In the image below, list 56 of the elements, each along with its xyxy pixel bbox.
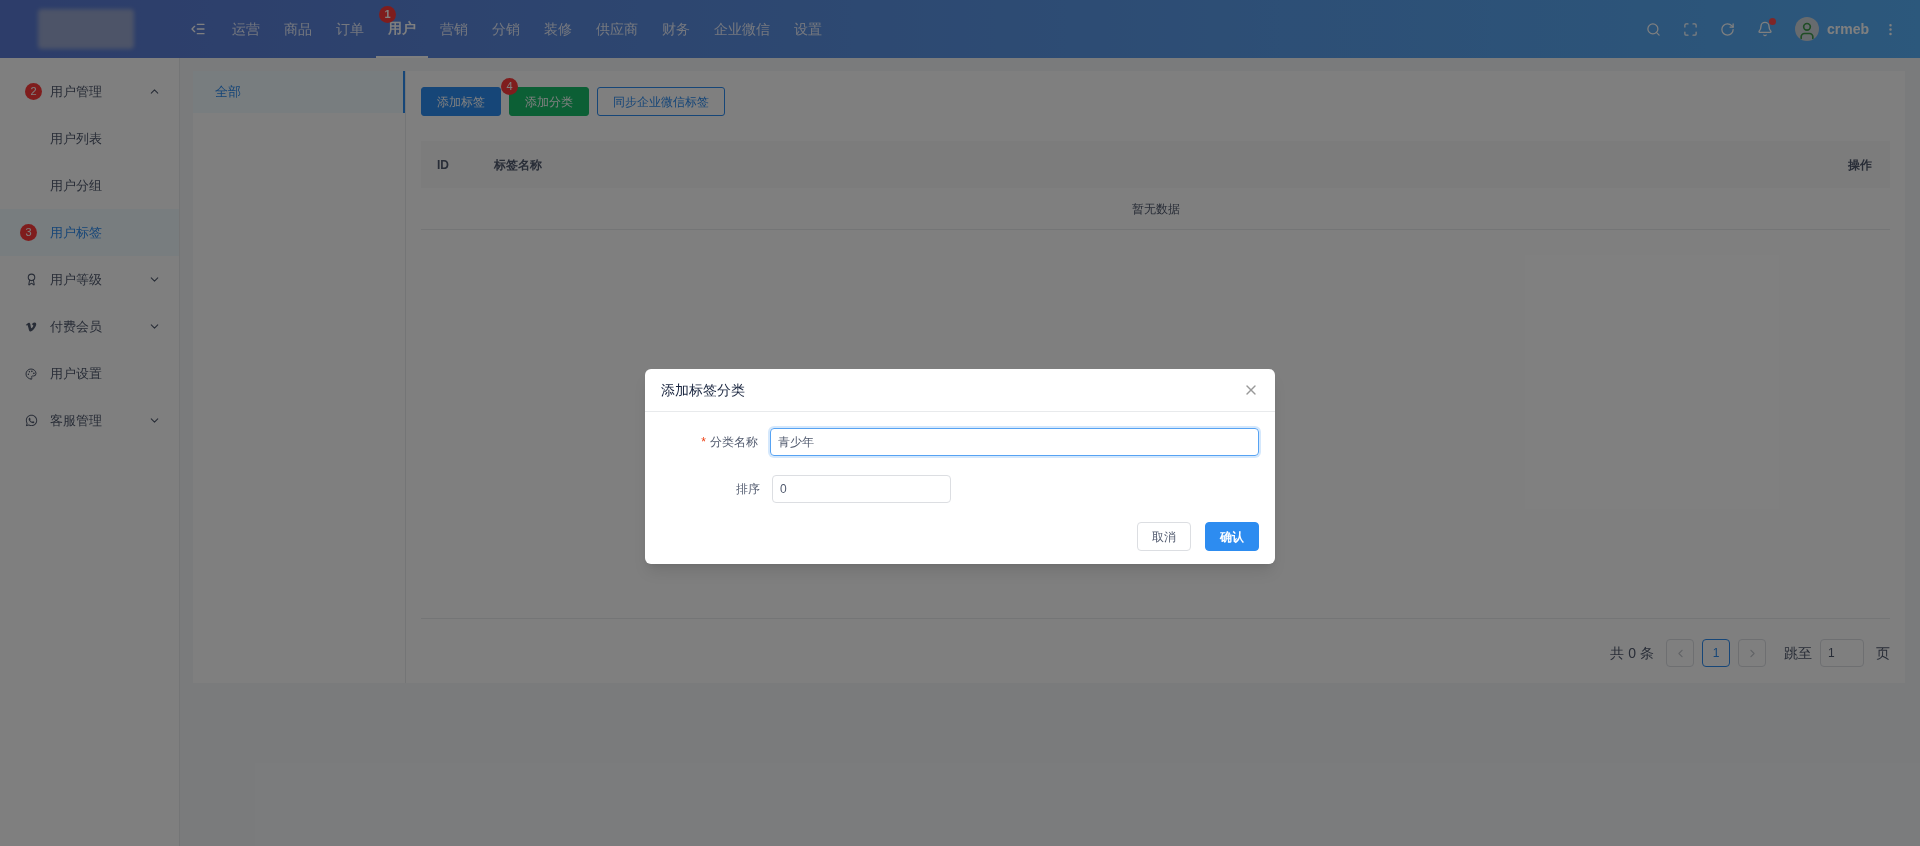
column-header: 操作 <box>1848 156 1872 174</box>
sidebar-submenu-item[interactable]: 用户列表 <box>0 115 179 162</box>
sidebar-menu-item[interactable]: 用户等级 <box>0 256 179 303</box>
chat-bubble-icon <box>25 414 38 427</box>
dialog-button[interactable]: 确认 <box>1205 522 1259 551</box>
nav-tab[interactable]: 订单 <box>324 0 376 58</box>
collapse-menu-icon[interactable] <box>190 21 206 37</box>
nav-tab[interactable]: 用户 1 <box>376 0 428 58</box>
palette-icon <box>25 367 37 380</box>
v-letter-icon <box>25 320 37 333</box>
sidebar-submenu-item[interactable]: 3 用户标签 <box>0 209 179 256</box>
text-input[interactable]: 0 <box>772 475 951 503</box>
text-input[interactable]: 青少年 <box>769 428 1259 456</box>
sidebar-menu-item[interactable]: 用户设置 <box>0 350 179 397</box>
empty-table-text: 暂无数据 <box>1131 200 1180 218</box>
nav-tab[interactable]: 财务 <box>650 0 702 58</box>
nav-tab[interactable]: 分销 <box>480 0 532 58</box>
field-label: 分类名称 <box>709 434 758 451</box>
jump-label: 跳至 <box>1784 643 1812 663</box>
sidebar-submenu-item[interactable]: 用户分组 <box>0 162 179 209</box>
toolbar-button[interactable]: 添加标签 <box>421 87 501 116</box>
page-unit-label: 页 <box>1876 643 1890 663</box>
nav-tab[interactable]: 企业微信 <box>702 0 782 58</box>
nav-tab[interactable]: 营销 <box>428 0 480 58</box>
step-marker: 1 <box>379 6 396 23</box>
sidebar-menu-item[interactable]: 客服管理 <box>0 397 179 444</box>
sidebar-menu-item[interactable]: 2 用户管理 <box>0 68 179 115</box>
sidebar-menu-item[interactable]: 付费会员 <box>0 303 179 350</box>
step-marker: 3 <box>20 224 37 241</box>
jump-page-input[interactable]: 1 <box>1820 639 1864 667</box>
toolbar-button[interactable]: 同步企业微信标签 <box>597 87 725 116</box>
next-page-button[interactable] <box>1738 639 1766 667</box>
page-number-button[interactable]: 1 <box>1702 639 1730 667</box>
column-header: 标签名称 <box>494 156 542 174</box>
award-icon <box>25 273 38 286</box>
dialog-title: 添加标签分类 <box>661 380 745 400</box>
column-header: ID <box>437 156 450 174</box>
required-asterisk: * <box>701 434 706 451</box>
step-marker: 2 <box>25 83 42 100</box>
field-label: 排序 <box>736 481 760 498</box>
username[interactable]: crmeb <box>1826 18 1869 40</box>
category-item[interactable]: 全部 <box>193 71 405 113</box>
fullscreen-icon[interactable] <box>1682 21 1698 37</box>
avatar[interactable] <box>1794 17 1819 41</box>
nav-tab[interactable]: 设置 <box>782 0 834 58</box>
notification-bell-icon[interactable] <box>1756 21 1773 37</box>
previous-page-button[interactable] <box>1666 639 1694 667</box>
nav-tab[interactable]: 运营 <box>220 0 272 58</box>
search-icon[interactable] <box>1645 21 1661 37</box>
nav-tab[interactable]: 装修 <box>532 0 584 58</box>
nav-tab[interactable]: 供应商 <box>584 0 650 58</box>
nav-tab[interactable]: 商品 <box>272 0 324 58</box>
total-count: 共 0 条 <box>1610 643 1654 663</box>
dialog-button[interactable]: 取消 <box>1137 522 1191 551</box>
step-marker: 4 <box>501 78 518 95</box>
refresh-icon[interactable] <box>1719 21 1735 37</box>
